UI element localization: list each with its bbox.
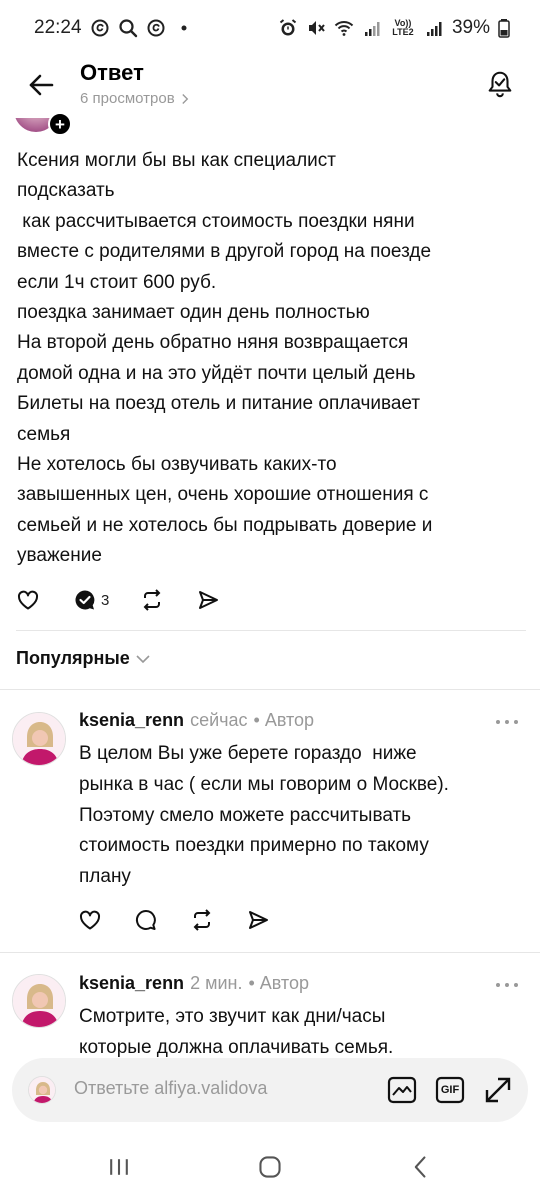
dot-icon: [514, 720, 518, 724]
more-options-button[interactable]: [496, 717, 518, 727]
gif-label: GIF: [440, 1084, 460, 1096]
wifi-icon: [334, 18, 354, 38]
chevron-right-icon: [181, 93, 188, 104]
status-bar: 22:24 Vo)) LTE2 39%: [0, 0, 540, 56]
comment-actions: [77, 907, 271, 933]
reply-input[interactable]: Ответьте alfiya.validova GIF: [12, 1058, 528, 1122]
recents-icon: [110, 1159, 128, 1175]
divider: [0, 689, 540, 690]
dot-icon: [496, 720, 500, 724]
author-name[interactable]: ksenia_renn: [79, 973, 184, 994]
repost-button[interactable]: [189, 907, 215, 933]
like-button[interactable]: [15, 587, 41, 613]
gif-button[interactable]: GIF: [434, 1074, 466, 1106]
dot-icon: [514, 983, 518, 987]
views-count: 6 просмотров: [80, 90, 175, 107]
chevron-left-icon: [414, 1156, 426, 1178]
like-button[interactable]: [77, 907, 103, 933]
divider: [0, 952, 540, 953]
follow-plus-icon[interactable]: +: [48, 112, 72, 136]
mute-icon: [306, 18, 326, 38]
bell-check-icon: [488, 71, 512, 98]
avatar[interactable]: [12, 974, 66, 1028]
send-icon: [249, 911, 268, 929]
battery-icon: [498, 18, 510, 38]
avatar[interactable]: [12, 712, 66, 766]
battery-level: 39%: [451, 17, 490, 38]
comment-time: 2 мин.: [190, 973, 243, 993]
repost-button[interactable]: [139, 587, 165, 613]
divider: [16, 630, 526, 631]
heart-icon: [79, 910, 101, 930]
send-icon: [199, 591, 219, 609]
dot-icon: [174, 18, 194, 38]
chevron-down-icon: [136, 654, 150, 663]
comment-icon: [135, 909, 156, 930]
author-name[interactable]: ksenia_renn: [79, 710, 184, 731]
page-title: Ответ: [80, 60, 144, 85]
share-button[interactable]: [245, 907, 271, 933]
post-actions: 3: [15, 587, 221, 613]
dot-icon: [496, 983, 500, 987]
header: Ответ 6 просмотров: [0, 56, 540, 120]
back-button[interactable]: [24, 68, 58, 102]
comment: ksenia_renn 2 мин. • Автор Смотрите, это…: [0, 968, 540, 1058]
reply-count: 3: [101, 591, 110, 609]
reply-button[interactable]: [72, 587, 98, 613]
threads-icon: [90, 18, 110, 38]
image-icon: [387, 1076, 417, 1104]
back-nav-button[interactable]: [406, 1152, 436, 1182]
follow-thread-button[interactable]: [482, 66, 518, 102]
home-button[interactable]: [255, 1152, 285, 1182]
post-text: Ксения могли бы вы как специалист подска…: [17, 150, 433, 567]
alarm-icon: [278, 18, 298, 38]
comment-header: ksenia_renn сейчас • Автор: [79, 710, 314, 731]
heart-icon: [17, 590, 39, 610]
reply-placeholder: Ответьте alfiya.validova: [74, 1078, 268, 1098]
comment-time: сейчас: [190, 710, 248, 730]
expand-icon: [485, 1077, 511, 1103]
repost-icon: [193, 909, 211, 931]
author-badge: • Автор: [253, 710, 315, 730]
expand-button[interactable]: [482, 1074, 514, 1106]
threads-icon: [146, 18, 166, 38]
sort-label: Популярные: [16, 648, 130, 668]
status-time: 22:24: [34, 17, 82, 38]
author-badge: • Автор: [248, 973, 309, 993]
reply-button[interactable]: [133, 907, 159, 933]
dot-icon: [505, 720, 509, 724]
comment-header: ksenia_renn 2 мин. • Автор: [79, 973, 309, 994]
dot-icon: [505, 983, 509, 987]
lte-label: Vo)) LTE2: [392, 18, 414, 37]
sort-dropdown[interactable]: Популярные: [16, 648, 150, 669]
share-button[interactable]: [195, 587, 221, 613]
status-right: Vo)) LTE2 39%: [278, 17, 510, 39]
status-left: 22:24: [34, 17, 194, 39]
comment-text: В целом Вы уже берете гораздо ниже рынка…: [79, 743, 449, 888]
signal-icon: [362, 18, 382, 38]
views-link[interactable]: 6 просмотров: [80, 90, 190, 107]
avatar: [28, 1076, 56, 1104]
arrow-left-icon: [29, 74, 54, 96]
recents-button[interactable]: [104, 1152, 134, 1182]
header-text: Ответ 6 просмотров: [80, 60, 190, 107]
search-icon: [118, 18, 138, 38]
comment-text: Смотрите, это звучит как дни/часы которы…: [79, 1006, 394, 1058]
repost-icon: [143, 589, 161, 611]
system-nav-bar: [0, 1130, 540, 1200]
signal-icon: [424, 18, 444, 38]
comment-check-icon: [75, 590, 95, 610]
more-options-button[interactable]: [496, 980, 518, 990]
home-icon: [259, 1156, 281, 1178]
attach-image-button[interactable]: [386, 1074, 418, 1106]
